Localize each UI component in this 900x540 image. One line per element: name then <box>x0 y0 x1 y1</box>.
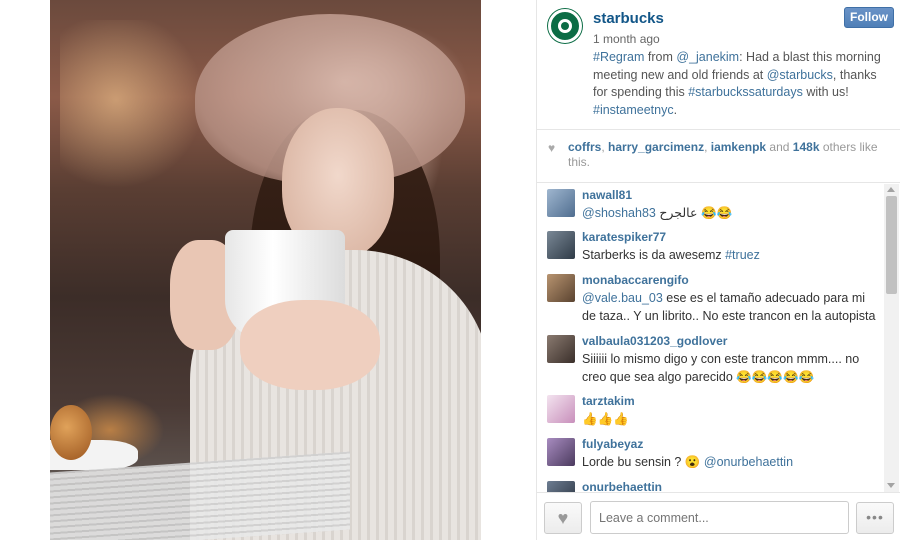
avatar[interactable] <box>547 395 575 423</box>
liker-username[interactable]: harry_garcimenz <box>608 140 704 154</box>
comment-username[interactable]: onurbehaettin <box>582 480 662 492</box>
more-options-icon: ••• <box>866 509 884 525</box>
caption-mention[interactable]: @starbucks <box>767 68 833 82</box>
likes-and: and <box>766 140 793 154</box>
comment-input[interactable] <box>590 501 849 534</box>
comment-body: عالجرح 😂😂 <box>655 206 733 220</box>
follow-button[interactable]: Follow <box>844 7 894 28</box>
comment-username[interactable]: monabaccarengifo <box>582 273 689 287</box>
avatar[interactable] <box>547 438 575 466</box>
liker-username[interactable]: coffrs <box>568 140 601 154</box>
comment-mention[interactable]: @shoshah83 <box>582 206 656 220</box>
scrollbar-thumb[interactable] <box>886 196 897 294</box>
avatar[interactable] <box>547 274 575 302</box>
comment-body: Siiiiii lo mismo digo y con este trancon… <box>582 352 860 384</box>
likes-text: coffrs, harry_garcimenz, iamkenpk and 14… <box>568 140 886 170</box>
post-header: starbucks 1 month ago Follow #Regram fro… <box>537 0 900 130</box>
comment-username[interactable]: karatespiker77 <box>582 230 666 244</box>
avatar[interactable] <box>547 189 575 217</box>
comments-scrollbar[interactable] <box>884 184 899 492</box>
comment-text: Starberks is da awesemz #truez <box>582 247 877 265</box>
comment-bar: ♥ ••• <box>537 494 900 540</box>
post-caption: #Regram from @_janekim: Had a blast this… <box>593 49 893 119</box>
comment-text: @shoshah83 عالجرح 😂😂 <box>582 205 877 223</box>
caption-mention[interactable]: @_janekim <box>676 50 739 64</box>
liker-username[interactable]: iamkenpk <box>711 140 766 154</box>
comment-text: 👍👍👍 <box>582 411 877 429</box>
caption-text: with us! <box>802 85 849 99</box>
photo-bokeh <box>60 20 200 220</box>
comment-username[interactable]: tarztakim <box>582 394 635 408</box>
heart-icon: ♥ <box>548 141 556 155</box>
caption-text: . <box>673 102 678 117</box>
likes-count[interactable]: 148k <box>793 140 820 154</box>
comment-body: Lorde bu sensin ? 😮 <box>582 455 704 469</box>
caption-hashtag[interactable]: #starbuckssaturdays <box>688 85 803 99</box>
post-timestamp[interactable]: 1 month ago <box>593 32 660 46</box>
comment-mention[interactable]: @onurbehaettin <box>704 455 793 469</box>
logo-inner-dot <box>561 22 569 30</box>
comment-body: Starberks is da awesemz <box>582 248 726 262</box>
caption-text: from <box>644 50 677 64</box>
photo-croissant <box>50 405 92 460</box>
comment-username[interactable]: nawall81 <box>582 188 632 202</box>
post-photo[interactable] <box>50 0 481 540</box>
comment-text: @vale.bau_03 ese es el tamaño adecuado p… <box>582 290 877 325</box>
post-details-panel: starbucks 1 month ago Follow #Regram fro… <box>536 0 900 540</box>
scroll-down-arrow-icon[interactable] <box>887 483 895 488</box>
comments-list: nawall81 @shoshah83 عالجرح 😂😂 karatespik… <box>537 184 900 493</box>
photo-container <box>0 0 536 540</box>
likes-separator: , <box>601 140 609 154</box>
heart-icon: ♥ <box>557 508 569 528</box>
comment-mention[interactable]: @vale.bau_03 <box>582 291 663 305</box>
photo-subject-hand <box>240 300 380 390</box>
comment-body: 👍👍👍 <box>582 412 629 426</box>
avatar[interactable] <box>547 335 575 363</box>
comment-hashtag[interactable]: #truez <box>725 248 760 262</box>
comment-text: Siiiiii lo mismo digo y con este trancon… <box>582 351 877 386</box>
avatar[interactable] <box>547 481 575 492</box>
avatar[interactable] <box>547 231 575 259</box>
more-options-button[interactable]: ••• <box>856 502 894 534</box>
likes-separator: , <box>704 140 711 154</box>
comment-text: Lorde bu sensin ? 😮 @onurbehaettin <box>582 454 877 472</box>
post-username[interactable]: starbucks <box>593 10 664 27</box>
comment-username[interactable]: valbaula031203_godlover <box>582 334 727 348</box>
likes-summary: ♥ coffrs, harry_garcimenz, iamkenpk and … <box>537 131 900 183</box>
like-button[interactable]: ♥ <box>544 502 582 534</box>
caption-hashtag[interactable]: #instameetnyc <box>593 103 674 117</box>
comment-username[interactable]: fulyabeyaz <box>582 437 643 451</box>
scroll-up-arrow-icon[interactable] <box>887 187 895 192</box>
starbucks-logo[interactable] <box>548 9 582 43</box>
caption-hashtag[interactable]: #Regram <box>593 50 644 64</box>
